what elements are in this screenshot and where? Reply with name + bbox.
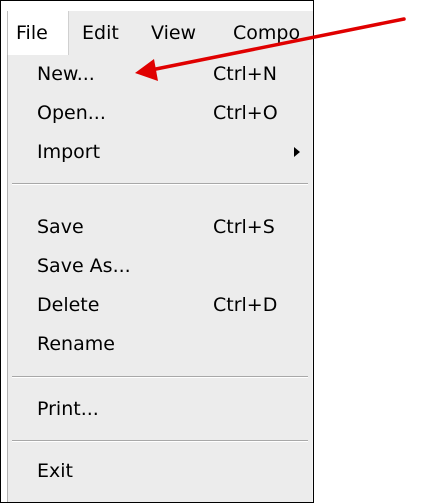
menu-item-delete-shortcut: Ctrl+D xyxy=(213,294,278,316)
menu-item-print-label: Print... xyxy=(37,398,99,420)
menu-item-save-as-label: Save As... xyxy=(37,255,131,277)
menu-edit-label: Edit xyxy=(82,22,119,44)
menu-item-new-label: New... xyxy=(37,63,95,85)
menu-item-import[interactable]: Import xyxy=(8,133,308,171)
menu-view-label: View xyxy=(151,22,197,44)
menu-item-import-label: Import xyxy=(37,141,101,163)
menu-item-save-label: Save xyxy=(37,216,84,238)
menu-item-rename-label: Rename xyxy=(37,333,115,355)
menu-bar: File Edit View Compo xyxy=(7,11,313,56)
menu-item-new-shortcut: Ctrl+N xyxy=(213,63,277,85)
menu-item-open-label: Open... xyxy=(37,102,106,124)
menu-separator xyxy=(12,440,308,442)
menu-compose[interactable]: Compo xyxy=(233,11,300,55)
menu-item-rename[interactable]: Rename xyxy=(8,325,308,363)
menu-edit[interactable]: Edit xyxy=(82,11,119,55)
menu-compose-label: Compo xyxy=(233,22,301,44)
menu-separator xyxy=(12,376,308,378)
menu-item-save-as[interactable]: Save As... xyxy=(8,247,308,285)
menu-separator xyxy=(12,183,308,185)
file-menu-dropdown: New... Ctrl+N Open... Ctrl+O Import Save… xyxy=(7,55,313,502)
menu-item-exit-label: Exit xyxy=(37,460,73,482)
menu-item-print[interactable]: Print... xyxy=(8,390,308,428)
menu-view[interactable]: View xyxy=(151,11,196,55)
menu-item-delete[interactable]: Delete Ctrl+D xyxy=(8,286,308,324)
menu-item-save[interactable]: Save Ctrl+S xyxy=(8,208,308,246)
menu-item-delete-label: Delete xyxy=(37,294,100,316)
menu-item-open-shortcut: Ctrl+O xyxy=(213,102,278,124)
menu-item-new[interactable]: New... Ctrl+N xyxy=(8,55,308,93)
submenu-arrow-icon xyxy=(294,147,300,157)
menu-item-exit[interactable]: Exit xyxy=(8,452,308,490)
menu-file[interactable]: File xyxy=(7,11,69,55)
menu-item-open[interactable]: Open... Ctrl+O xyxy=(8,94,308,132)
menu-item-save-shortcut: Ctrl+S xyxy=(213,216,275,238)
menu-file-label: File xyxy=(16,22,48,44)
screenshot-frame: File Edit View Compo New... Ctrl+N Open.… xyxy=(0,0,314,503)
